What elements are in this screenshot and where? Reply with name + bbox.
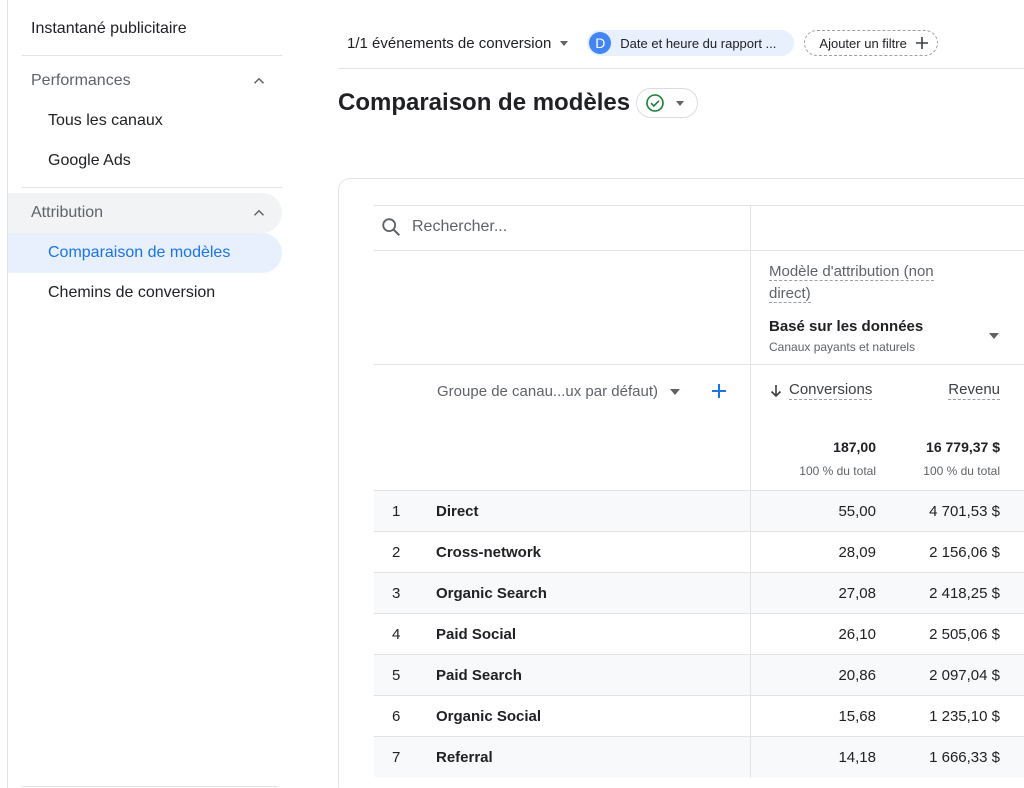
row-index: 2 <box>392 543 401 561</box>
row-revenue: 2 505,06 $ <box>929 625 1000 643</box>
attribution-model-subtitle: Canaux payants et naturels <box>769 340 916 354</box>
chip-label: Date et heure du rapport ... <box>620 35 777 51</box>
row-index: 5 <box>392 666 401 684</box>
row-revenue: 1 235,10 $ <box>929 707 1000 725</box>
chevron-up-icon <box>253 209 265 216</box>
caret-down-icon <box>560 41 569 46</box>
sidebar-divider <box>22 786 278 787</box>
column-header-label: Revenu <box>948 381 1000 400</box>
conversion-event-select[interactable]: 1/1 événements de conversion <box>347 35 569 52</box>
table-column-divider <box>750 491 751 532</box>
app-root: Instantané publicitaire Performances Tou… <box>0 0 1024 788</box>
row-revenue: 4 701,53 $ <box>929 502 1000 520</box>
table-row[interactable]: 2 Cross-network 28,09 2 156,06 $ <box>374 531 1024 573</box>
sidebar-section-label: Attribution <box>31 204 104 221</box>
sidebar-item-comparaison-de-modeles[interactable]: Comparaison de modèles <box>8 233 282 273</box>
row-conversions: 55,00 <box>838 502 876 520</box>
row-index: 7 <box>392 748 401 766</box>
column-header-label: Conversions <box>789 381 873 400</box>
sidebar-section-label: Performances <box>31 72 131 89</box>
topbar-divider <box>338 68 1024 69</box>
table-column-divider <box>750 737 751 778</box>
table-row[interactable]: 4 Paid Social 26,10 2 505,06 $ <box>374 613 1024 655</box>
table-row[interactable]: 3 Organic Search 27,08 2 418,25 $ <box>374 572 1024 614</box>
attribution-model-label-text: Modèle d'attribution (non direct) <box>769 263 934 303</box>
sidebar-section-performances[interactable]: Performances <box>8 61 282 101</box>
row-conversions: 26,10 <box>838 625 876 643</box>
sidebar: Instantané publicitaire Performances Tou… <box>0 0 298 788</box>
row-index: 1 <box>392 502 401 520</box>
sidebar-item-tous-les-canaux[interactable]: Tous les canaux <box>8 101 282 141</box>
table-divider <box>374 205 1024 206</box>
chip-avatar: D <box>589 32 612 54</box>
row-channel: Paid Search <box>436 666 522 684</box>
row-channel: Organic Search <box>436 584 547 602</box>
row-index: 4 <box>392 625 401 643</box>
attribution-model-label: Modèle d'attribution (non direct) <box>769 261 969 305</box>
table-column-divider <box>750 655 751 696</box>
add-filter-label: Ajouter un filtre <box>819 35 907 51</box>
table-column-divider <box>750 573 751 614</box>
arrow-down-icon <box>770 384 782 397</box>
dimension-select-label: Groupe de canau...ux par défaut) <box>437 383 658 400</box>
page-title: Comparaison de modèles <box>338 89 631 116</box>
table-row[interactable]: 1 Direct 55,00 4 701,53 $ <box>374 490 1024 532</box>
row-channel: Cross-network <box>436 543 542 561</box>
row-revenue: 2 097,04 $ <box>929 666 1000 684</box>
table-row[interactable]: 6 Organic Social 15,68 1 235,10 $ <box>374 695 1024 737</box>
sidebar-item-chemins-de-conversion[interactable]: Chemins de conversion <box>8 273 282 313</box>
attribution-model-select[interactable]: Basé sur les données <box>769 318 923 335</box>
table-divider <box>374 364 1024 365</box>
row-conversions: 14,18 <box>838 748 876 766</box>
row-conversions: 20,86 <box>838 666 876 684</box>
table-column-divider <box>750 696 751 737</box>
column-header-revenue[interactable]: Revenu <box>948 381 1000 400</box>
check-circle-icon <box>646 94 664 112</box>
chevron-up-icon <box>253 77 265 84</box>
total-conversions-share: 100 % du total <box>799 464 876 478</box>
table-row[interactable]: 5 Paid Search 20,86 2 097,04 $ <box>374 654 1024 696</box>
sidebar-item-instantane[interactable]: Instantané publicitaire <box>31 20 187 38</box>
plus-icon <box>915 37 928 49</box>
caret-down-icon[interactable] <box>989 332 999 340</box>
dimension-select[interactable]: Groupe de canau...ux par défaut) <box>437 383 680 400</box>
caret-down-icon <box>669 388 680 395</box>
add-dimension-plus-icon[interactable] <box>709 381 729 401</box>
total-revenue: 16 779,37 $ <box>926 439 1000 455</box>
row-revenue: 2 156,06 $ <box>929 543 1000 561</box>
row-channel: Direct <box>436 502 479 520</box>
search-input[interactable]: Rechercher... <box>412 218 507 236</box>
row-conversions: 27,08 <box>838 584 876 602</box>
title-row: Comparaison de modèles <box>338 88 699 118</box>
table-column-divider <box>750 614 751 655</box>
row-revenue: 2 418,25 $ <box>929 584 1000 602</box>
sidebar-item-google-ads[interactable]: Google Ads <box>8 141 282 181</box>
sidebar-divider <box>22 55 282 56</box>
table-column-divider <box>750 205 751 490</box>
total-revenue-share: 100 % du total <box>923 464 1000 478</box>
column-header-conversions[interactable]: Conversions <box>769 381 873 400</box>
sidebar-section-attribution[interactable]: Attribution <box>8 193 282 233</box>
caret-down-icon <box>676 101 685 106</box>
table-row[interactable]: 7 Referral 14,18 1 666,33 $ <box>374 736 1024 778</box>
total-conversions: 187,00 <box>833 439 876 455</box>
row-index: 3 <box>392 584 401 602</box>
row-conversions: 28,09 <box>838 543 876 561</box>
table-search[interactable]: Rechercher... <box>380 216 507 238</box>
row-channel: Referral <box>436 748 493 766</box>
sidebar-divider <box>22 187 282 188</box>
table-divider <box>374 250 1024 251</box>
row-index: 6 <box>392 707 401 725</box>
report-status-button[interactable] <box>636 88 699 118</box>
search-icon <box>382 218 400 236</box>
add-filter-button[interactable]: Ajouter un filtre <box>804 30 938 56</box>
conversion-event-label: 1/1 événements de conversion <box>347 34 552 52</box>
row-revenue: 1 666,33 $ <box>929 748 1000 766</box>
table-column-divider <box>750 532 751 573</box>
row-conversions: 15,68 <box>838 707 876 725</box>
date-filter-chip[interactable]: D Date et heure du rapport ... <box>587 30 795 56</box>
filter-bar: 1/1 événements de conversion D Date et h… <box>338 29 938 57</box>
row-channel: Paid Social <box>436 625 517 643</box>
row-channel: Organic Social <box>436 707 542 725</box>
